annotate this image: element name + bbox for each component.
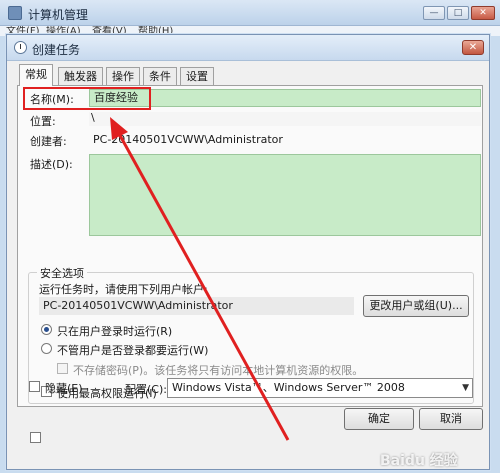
ok-button[interactable]: 确定	[344, 408, 414, 430]
dialog-title: 创建任务	[32, 43, 81, 57]
radio-run-logged-on[interactable]	[41, 324, 52, 335]
change-user-button[interactable]: 更改用户或组(U)...	[363, 295, 469, 317]
configure-select-value: Windows Vista™、Windows Server™ 2008	[172, 381, 405, 394]
location-value: \	[91, 111, 95, 124]
tab-settings[interactable]: 设置	[180, 67, 214, 85]
cancel-button[interactable]: 取消	[419, 408, 483, 430]
author-label: 创建者:	[30, 135, 67, 148]
chevron-down-icon: ▼	[462, 383, 469, 393]
watermark: Baidu 经验	[380, 453, 458, 469]
checkbox-hidden[interactable]	[30, 432, 41, 443]
clock-icon	[14, 41, 27, 54]
security-options-title: 安全选项	[37, 265, 87, 281]
tab-actions[interactable]: 操作	[106, 67, 140, 85]
dialog-close-button[interactable]: ✕	[462, 40, 484, 55]
create-task-dialog: 创建任务 ✕ 常规 触发器 操作 条件 设置 名称(M): 百度经验 位置: \…	[6, 34, 490, 470]
location-field: \	[89, 111, 481, 126]
checkbox-no-password	[57, 363, 68, 374]
configure-select[interactable]: Windows Vista™、Windows Server™ 2008 ▼	[167, 378, 473, 398]
description-input[interactable]	[89, 154, 481, 236]
general-tab-panel: 名称(M): 百度经验 位置: \ 创建者: PC-20140501VCWW\A…	[17, 85, 483, 443]
checkbox-hidden-label[interactable]: 隐藏(E)	[45, 380, 83, 396]
checkbox-hidden[interactable]	[29, 381, 40, 392]
radio-run-whether-logged-label[interactable]: 不管用户是否登录都要运行(W)	[57, 342, 208, 358]
tab-triggers[interactable]: 触发器	[58, 67, 103, 85]
close-window-button[interactable]: ✕	[471, 6, 495, 20]
dialog-titlebar: 创建任务 ✕	[7, 35, 489, 61]
radio-run-whether-logged[interactable]	[41, 343, 52, 354]
author-value: PC-20140501VCWW\Administrator	[93, 133, 283, 146]
tab-conditions[interactable]: 条件	[143, 67, 177, 85]
user-account-field: PC-20140501VCWW\Administrator	[39, 297, 354, 315]
annotation-highlight-box	[23, 87, 151, 110]
computer-management-icon	[8, 6, 22, 20]
radio-run-logged-on-label[interactable]: 只在用户登录时运行(R)	[57, 323, 172, 339]
minimize-button[interactable]: —	[423, 6, 445, 20]
maximize-button[interactable]: □	[447, 6, 469, 20]
parent-window-title: 计算机管理	[28, 8, 89, 22]
configure-label: 配置(C):	[125, 383, 167, 396]
tab-general[interactable]: 常规	[19, 64, 53, 86]
location-label: 位置:	[30, 115, 56, 128]
checkbox-no-password-label: 不存储密码(P)。该任务将只有访问本地计算机资源的权限。	[73, 364, 364, 377]
run-as-prompt: 运行任务时，请使用下列用户帐户:	[39, 283, 208, 296]
parent-titlebar: 计算机管理 — □ ✕	[0, 0, 500, 26]
description-label: 描述(D):	[30, 158, 73, 171]
